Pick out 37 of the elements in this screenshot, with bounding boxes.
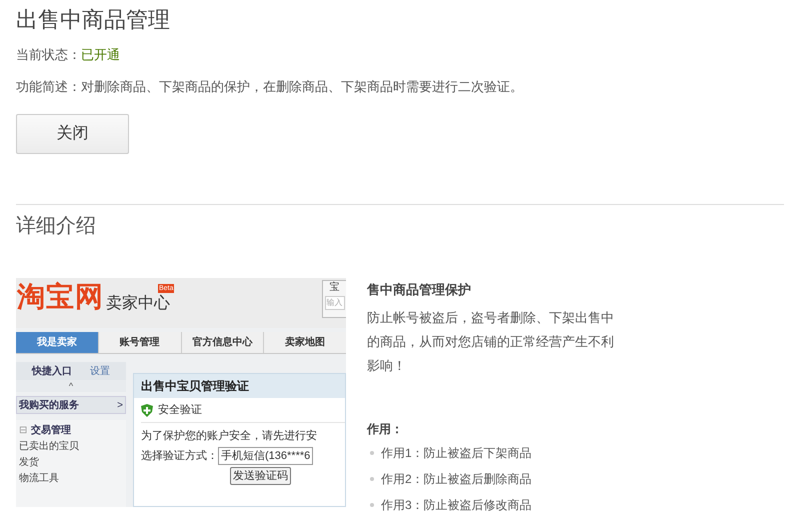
method-label: 选择验证方式： [141,448,218,464]
status-label: 当前状态： [16,46,81,64]
dialog-title: 出售中宝贝管理验证 [141,378,249,395]
settings-link[interactable]: 设置 [90,364,110,378]
nav-tab[interactable]: 我是卖家 [16,332,98,353]
sidebar-group: 交易管理 [31,423,71,438]
services-menu[interactable]: 我购买的服务 > [16,396,126,414]
sidebar-item[interactable]: 已卖出的宝贝 [19,439,79,454]
info-body: 防止帐号被盗后，盗号者删除、下架出售中的商品，从而对您店铺的正常经营产生不利影响！ [367,308,615,374]
taobao-logo: 淘宝网 [17,280,104,314]
sidebar-item[interactable]: 发货 [19,455,39,470]
feature-description: 功能简述：对删除商品、下架商品的保护，在删除商品、下架商品时需要进行二次验证。 [16,78,523,94]
nav-tab[interactable]: 卖家地图 [263,332,346,353]
section-title: 详细介绍 [16,214,96,239]
use-item: 作用2：防止被盗后删除商品 [381,470,532,488]
shortcut-label: 快捷入口 [32,364,72,378]
use-item: 作用1：防止被盗后下架商品 [381,444,532,462]
bullet-icon [370,450,374,454]
bullet-icon [370,502,374,506]
use-item: 作用3：防止被盗后修改商品 [381,496,532,514]
nav-tab[interactable]: 账号管理 [98,332,180,353]
security-heading: 安全验证 [158,402,202,418]
security-message: 为了保护您的账户安全，请先进行安 [141,428,318,444]
collapse-caret[interactable]: ^ [68,380,74,392]
bullet-icon [370,476,374,480]
info-heading: 售中商品管理保护 [367,281,472,299]
method-select[interactable]: 手机短信(136****6 [218,447,314,465]
nav-tab[interactable]: 官方信息中心 [180,332,264,353]
close-button[interactable]: 关闭 [16,114,129,154]
corner-text: 宝 [330,282,340,294]
sidebar-item[interactable]: 物流工具 [19,471,59,486]
page-title: 出售中商品管理 [16,6,170,34]
send-code-button[interactable]: 发送验证码 [230,467,291,485]
seller-center-title: 卖家中心 [106,294,170,314]
shield-plus-icon [141,404,153,417]
status-value: 已开通 [81,46,120,64]
uses-title: 作用： [367,420,404,438]
